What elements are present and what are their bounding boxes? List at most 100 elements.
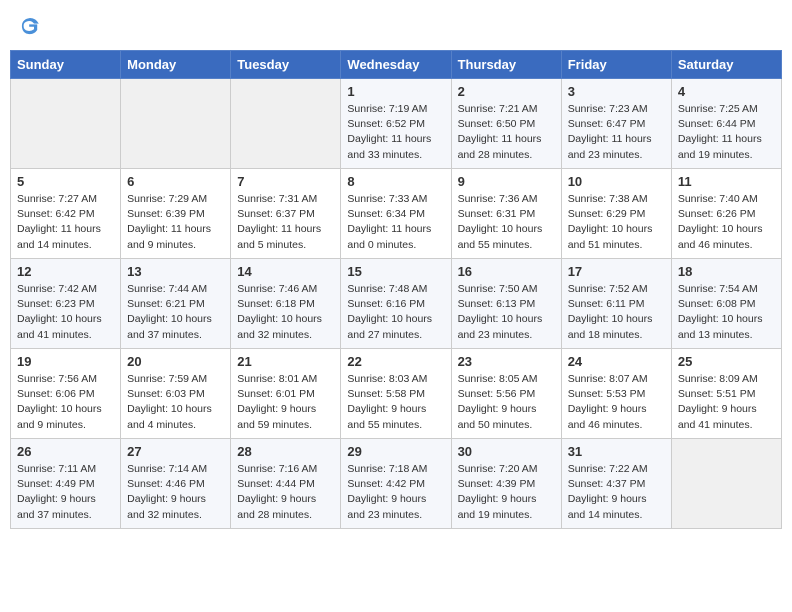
day-number: 19 [17,354,114,369]
day-info: Sunrise: 7:14 AMSunset: 4:46 PMDaylight:… [127,462,224,523]
day-number: 20 [127,354,224,369]
calendar-cell [11,79,121,169]
day-number: 6 [127,174,224,189]
day-info: Sunrise: 7:54 AMSunset: 6:08 PMDaylight:… [678,282,775,343]
weekday-header-friday: Friday [561,51,671,79]
calendar-cell: 23 Sunrise: 8:05 AMSunset: 5:56 PMDayligh… [451,349,561,439]
calendar-cell: 31Sunrise: 7:22 AMSunset: 4:37 PMDayligh… [561,439,671,529]
day-number: 30 [458,444,555,459]
day-info: Sunrise: 7:48 AMSunset: 6:16 PMDaylight:… [347,282,444,343]
calendar-cell: 8Sunrise: 7:33 AMSunset: 6:34 PMDaylight… [341,169,451,259]
day-info: Sunrise: 8:05 AMSunset: 5:56 PMDaylight:… [458,372,555,433]
day-number: 17 [568,264,665,279]
day-info: Sunrise: 7:29 AMSunset: 6:39 PMDaylight:… [127,192,224,253]
day-number: 27 [127,444,224,459]
day-number: 22 [347,354,444,369]
calendar-cell: 3 Sunrise: 7:23 AMSunset: 6:47 PMDaylight… [561,79,671,169]
day-info: Sunrise: 7:31 AMSunset: 6:37 PMDaylight:… [237,192,334,253]
day-info: Sunrise: 7:11 AMSunset: 4:49 PMDaylight:… [17,462,114,523]
day-number: 10 [568,174,665,189]
day-info: Sunrise: 7:36 AMSunset: 6:31 PMDaylight:… [458,192,555,253]
calendar-cell: 10 Sunrise: 7:38 AMSunset: 6:29 PMDayligh… [561,169,671,259]
day-number: 11 [678,174,775,189]
day-number: 24 [568,354,665,369]
weekday-header-wednesday: Wednesday [341,51,451,79]
day-info: Sunrise: 7:52 AMSunset: 6:11 PMDaylight:… [568,282,665,343]
day-number: 9 [458,174,555,189]
calendar-cell [121,79,231,169]
logo [18,14,46,38]
day-number: 4 [678,84,775,99]
day-number: 14 [237,264,334,279]
calendar-cell: 16 Sunrise: 7:50 AMSunset: 6:13 PMDayligh… [451,259,561,349]
calendar-cell: 18Sunrise: 7:54 AMSunset: 6:08 PMDayligh… [671,259,781,349]
calendar-cell: 15 Sunrise: 7:48 AMSunset: 6:16 PMDayligh… [341,259,451,349]
calendar-cell: 4 Sunrise: 7:25 AMSunset: 6:44 PMDaylight… [671,79,781,169]
day-number: 7 [237,174,334,189]
day-info: Sunrise: 8:07 AMSunset: 5:53 PMDaylight:… [568,372,665,433]
day-info: Sunrise: 7:18 AMSunset: 4:42 PMDaylight:… [347,462,444,523]
calendar-body: 1Sunrise: 7:19 AMSunset: 6:52 PMDaylight… [11,79,782,529]
calendar-cell: 2 Sunrise: 7:21 AMSunset: 6:50 PMDaylight… [451,79,561,169]
weekday-header-row: SundayMondayTuesdayWednesdayThursdayFrid… [11,51,782,79]
day-info: Sunrise: 8:09 AMSunset: 5:51 PMDaylight:… [678,372,775,433]
day-number: 26 [17,444,114,459]
logo-icon [18,14,42,38]
day-info: Sunrise: 7:44 AMSunset: 6:21 PMDaylight:… [127,282,224,343]
day-number: 28 [237,444,334,459]
day-number: 16 [458,264,555,279]
calendar-cell: 19Sunrise: 7:56 AMSunset: 6:06 PMDayligh… [11,349,121,439]
day-number: 13 [127,264,224,279]
day-info: Sunrise: 7:27 AMSunset: 6:42 PMDaylight:… [17,192,114,253]
calendar-cell: 24 Sunrise: 8:07 AMSunset: 5:53 PMDayligh… [561,349,671,439]
calendar-cell: 21 Sunrise: 8:01 AMSunset: 6:01 PMDayligh… [231,349,341,439]
calendar-cell: 5 Sunrise: 7:27 AMSunset: 6:42 PMDaylight… [11,169,121,259]
calendar-cell: 14 Sunrise: 7:46 AMSunset: 6:18 PMDayligh… [231,259,341,349]
calendar-cell: 20 Sunrise: 7:59 AMSunset: 6:03 PMDayligh… [121,349,231,439]
day-info: Sunrise: 7:42 AMSunset: 6:23 PMDaylight:… [17,282,114,343]
calendar-cell: 13 Sunrise: 7:44 AMSunset: 6:21 PMDayligh… [121,259,231,349]
day-number: 15 [347,264,444,279]
day-number: 29 [347,444,444,459]
day-info: Sunrise: 7:21 AMSunset: 6:50 PMDaylight:… [458,102,555,163]
page-header [10,10,782,42]
calendar-cell [231,79,341,169]
calendar-cell: 27 Sunrise: 7:14 AMSunset: 4:46 PMDayligh… [121,439,231,529]
day-number: 1 [347,84,444,99]
day-info: Sunrise: 7:46 AMSunset: 6:18 PMDaylight:… [237,282,334,343]
calendar-cell: 7 Sunrise: 7:31 AMSunset: 6:37 PMDaylight… [231,169,341,259]
calendar-cell: 26 Sunrise: 7:11 AMSunset: 4:49 PMDayligh… [11,439,121,529]
day-info: Sunrise: 8:01 AMSunset: 6:01 PMDaylight:… [237,372,334,433]
day-info: Sunrise: 7:59 AMSunset: 6:03 PMDaylight:… [127,372,224,433]
day-number: 3 [568,84,665,99]
day-info: Sunrise: 7:16 AMSunset: 4:44 PMDaylight:… [237,462,334,523]
calendar-week-4: 26 Sunrise: 7:11 AMSunset: 4:49 PMDayligh… [11,439,782,529]
calendar-cell: 25 Sunrise: 8:09 AMSunset: 5:51 PMDayligh… [671,349,781,439]
calendar-cell: 6 Sunrise: 7:29 AMSunset: 6:39 PMDaylight… [121,169,231,259]
day-number: 21 [237,354,334,369]
day-info: Sunrise: 7:50 AMSunset: 6:13 PMDaylight:… [458,282,555,343]
day-info: Sunrise: 7:23 AMSunset: 6:47 PMDaylight:… [568,102,665,163]
weekday-header-monday: Monday [121,51,231,79]
day-number: 12 [17,264,114,279]
calendar-cell: 22 Sunrise: 8:03 AMSunset: 5:58 PMDayligh… [341,349,451,439]
day-info: Sunrise: 7:25 AMSunset: 6:44 PMDaylight:… [678,102,775,163]
calendar-cell [671,439,781,529]
calendar-cell: 11 Sunrise: 7:40 AMSunset: 6:26 PMDayligh… [671,169,781,259]
calendar-cell: 9 Sunrise: 7:36 AMSunset: 6:31 PMDaylight… [451,169,561,259]
day-number: 2 [458,84,555,99]
day-number: 5 [17,174,114,189]
day-info: Sunrise: 7:40 AMSunset: 6:26 PMDaylight:… [678,192,775,253]
calendar-cell: 30Sunrise: 7:20 AMSunset: 4:39 PMDayligh… [451,439,561,529]
day-info: Sunrise: 7:33 AMSunset: 6:34 PMDaylight:… [347,192,444,253]
calendar-week-0: 1Sunrise: 7:19 AMSunset: 6:52 PMDaylight… [11,79,782,169]
day-info: Sunrise: 8:03 AMSunset: 5:58 PMDaylight:… [347,372,444,433]
calendar-week-3: 19Sunrise: 7:56 AMSunset: 6:06 PMDayligh… [11,349,782,439]
day-info: Sunrise: 7:22 AMSunset: 4:37 PMDaylight:… [568,462,665,523]
calendar-cell: 17 Sunrise: 7:52 AMSunset: 6:11 PMDayligh… [561,259,671,349]
day-info: Sunrise: 7:38 AMSunset: 6:29 PMDaylight:… [568,192,665,253]
weekday-header-sunday: Sunday [11,51,121,79]
weekday-header-saturday: Saturday [671,51,781,79]
day-number: 23 [458,354,555,369]
day-number: 25 [678,354,775,369]
